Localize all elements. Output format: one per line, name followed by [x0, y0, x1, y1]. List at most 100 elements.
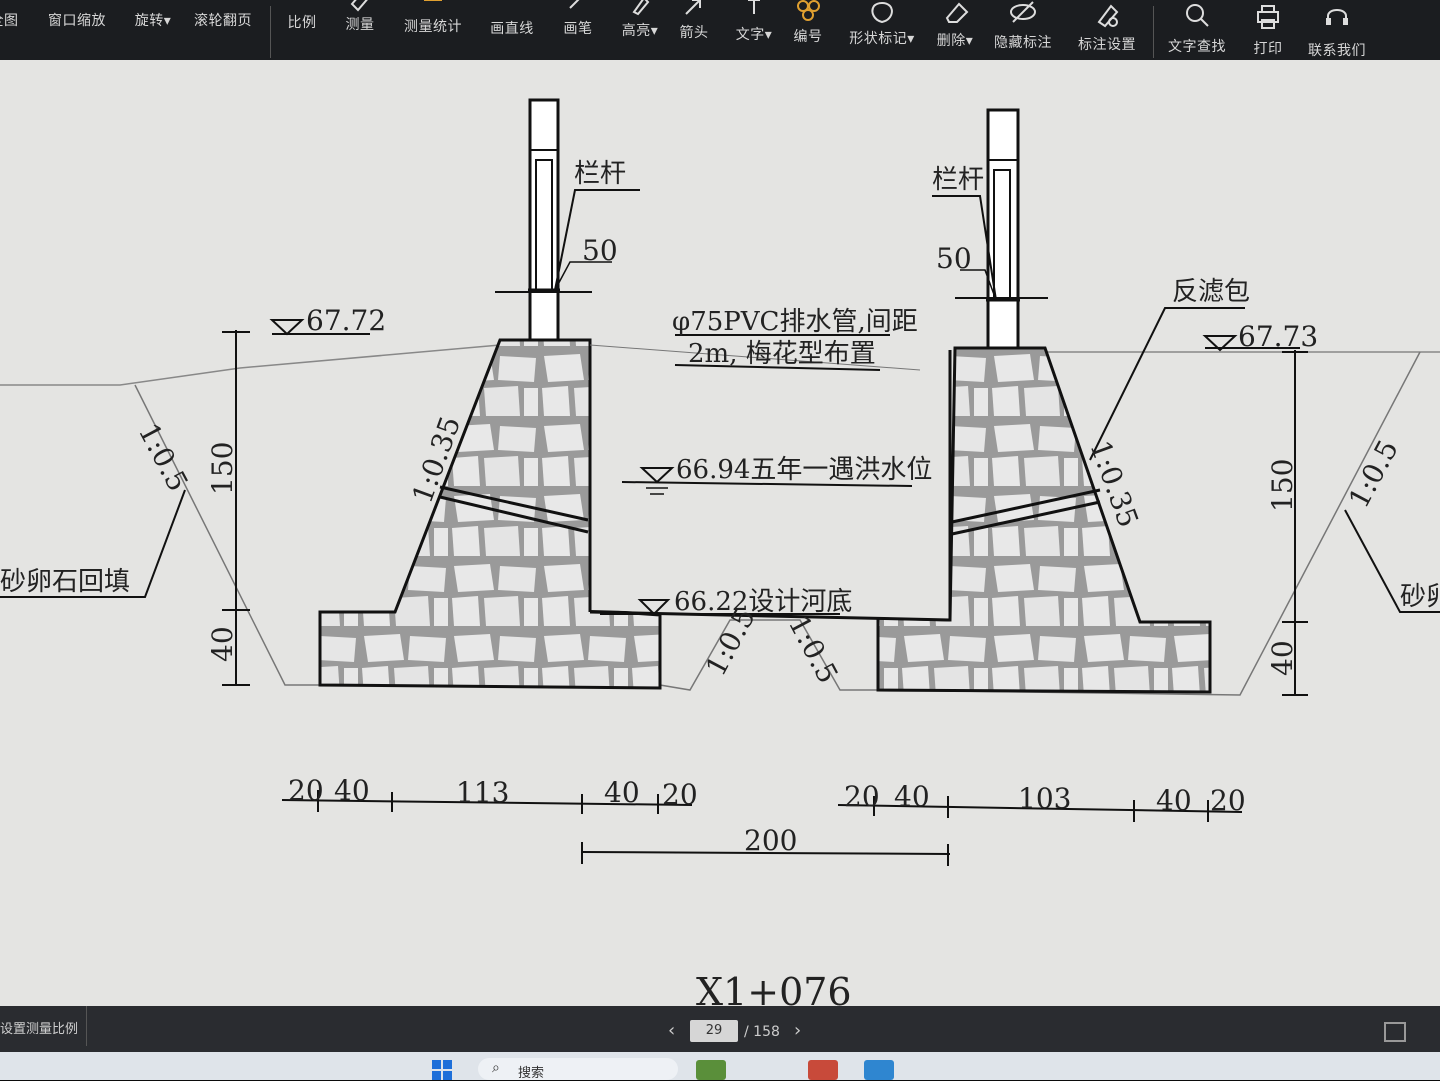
- taskbar-search-text: 搜索: [518, 1066, 545, 1081]
- toolbar-label: 联系我们: [1308, 43, 1366, 59]
- dim-bottom-left-1: 20: [288, 774, 324, 807]
- dim-bottom-right-3: 103: [1018, 782, 1071, 815]
- slope-label-right-trench: 1:0.5: [1342, 434, 1405, 513]
- dim-50-left: 50: [582, 234, 618, 267]
- toolbar-label: 高亮▾: [621, 23, 659, 39]
- toolbar-window-zoom-button[interactable]: 窗口缩放: [44, 0, 110, 66]
- taskbar-app-icon[interactable]: [808, 1060, 838, 1080]
- dim-40-left: 40: [206, 626, 239, 662]
- taskbar: ⌕ 搜索: [0, 1052, 1440, 1081]
- toolbar-scroll-page-button[interactable]: 滚轮翻页: [190, 0, 256, 66]
- toolbar-label: 打印: [1253, 41, 1283, 57]
- dim-bottom-right-1: 20: [844, 780, 880, 813]
- toolbar-fit-page-button[interactable]: 全图: [0, 0, 22, 66]
- taskbar-app-icon[interactable]: [864, 1060, 894, 1080]
- dim-bottom-left-4: 40: [604, 776, 640, 809]
- measure-scale-label: 设置测量比例: [0, 1022, 79, 1037]
- pen-icon: [569, 0, 580, 9]
- toolbar-highlight-button[interactable]: 高亮▾: [614, 0, 666, 66]
- toolbar-text-button[interactable]: 文字▾: [730, 0, 778, 66]
- current-page: 29: [705, 1023, 723, 1038]
- measure-scale-button[interactable]: 设置测量比例: [0, 1006, 87, 1046]
- toolbar-arrow-button[interactable]: 箭头: [672, 0, 716, 66]
- arrow-icon: [685, 0, 701, 15]
- toolbar-label: 测量: [345, 17, 375, 33]
- toolbar-measure-button[interactable]: 测量: [342, 0, 378, 66]
- backfill-label-left: 砂卵石回填: [0, 567, 130, 597]
- slope-label-bottom-right: 1:0.5: [782, 610, 845, 689]
- toolbar-label: 标注设置: [1078, 37, 1136, 53]
- toolbar-measure-stats-button[interactable]: 测量统计: [398, 0, 468, 66]
- toolbar-label: 箭头: [679, 25, 709, 41]
- toolbar-contact-button[interactable]: 联系我们: [1304, 0, 1370, 66]
- chevron-right-icon: ›: [794, 1020, 802, 1041]
- windows-start-icon[interactable]: [432, 1060, 454, 1080]
- railing-left: [528, 98, 560, 342]
- dim-bottom-left-5: 20: [662, 778, 698, 811]
- elevation-right: 67.73: [1238, 320, 1318, 353]
- printer-icon: [1257, 5, 1279, 29]
- dim-bottom-right-4: 40: [1156, 784, 1192, 817]
- chevron-left-icon: ‹: [668, 1020, 676, 1041]
- dim-bottom-left-2: 40: [334, 774, 370, 807]
- railing-label-left: 栏杆: [574, 159, 626, 189]
- fullscreen-icon[interactable]: [1384, 1022, 1406, 1042]
- toolbar-text-search-button[interactable]: 文字查找: [1166, 0, 1228, 66]
- statusbar: 设置测量比例 ‹ 29 / 158 ›: [0, 1006, 1440, 1054]
- toolbar-label: 编号: [793, 29, 823, 45]
- highlight-icon: [632, 0, 650, 16]
- toolbar-label: 删除▾: [936, 33, 974, 49]
- toolbar-separator: [1153, 6, 1154, 58]
- dim-200: 200: [744, 824, 797, 857]
- measure-stats-icon: [424, 0, 442, 1]
- search-icon: ⌕: [492, 1060, 500, 1076]
- headset-icon: [1326, 9, 1348, 25]
- number-icon: [797, 0, 820, 21]
- toolbar-line-button[interactable]: 画直线: [484, 0, 540, 66]
- slope-label-left-trench: 1:0.5: [132, 418, 195, 497]
- toolbar-label: 画直线: [490, 21, 534, 37]
- cad-drawing: 栏杆 栏杆 50 50 67.72 67.73 φ75PVC排水管,间距 2m,…: [0, 98, 1440, 1014]
- dim-bottom-right-2: 40: [894, 780, 930, 813]
- page-number-input[interactable]: 29: [690, 1020, 738, 1042]
- toolbar-annotation-settings-button[interactable]: 标注设置: [1074, 0, 1140, 66]
- taskbar-app-icon[interactable]: [696, 1060, 726, 1080]
- toolbar-label: 文字▾: [735, 27, 773, 43]
- toolbar-label: 滚轮翻页: [194, 13, 252, 29]
- toolbar-print-button[interactable]: 打印: [1248, 0, 1288, 66]
- toolbar-label: 窗口缩放: [48, 13, 106, 29]
- toolbar-label: 旋转▾: [134, 13, 172, 29]
- toolbar-separator: [270, 6, 271, 58]
- dim-bottom-left-3: 113: [456, 776, 509, 809]
- toolbar-eraser-button[interactable]: 删除▾: [932, 0, 978, 66]
- backfill-label-right: 砂卵: [1400, 582, 1440, 612]
- dim-150-left: 150: [206, 442, 239, 495]
- drawing-canvas[interactable]: 栏杆 栏杆 50 50 67.72 67.73 φ75PVC排水管,间距 2m,…: [0, 60, 1440, 1015]
- toolbar-rotate-button[interactable]: 旋转▾: [128, 0, 178, 66]
- dim-bottom-right-5: 20: [1210, 784, 1246, 817]
- toolbar-label: 隐藏标注: [994, 35, 1052, 51]
- toolbar-hide-annotations-button[interactable]: 隐藏标注: [990, 0, 1056, 66]
- railing-right: [986, 108, 1020, 350]
- pipe-note-line1: φ75PVC排水管,间距: [672, 307, 918, 337]
- toolbar-shape-mark-button[interactable]: 形状标记▾: [846, 0, 918, 66]
- elevation-left: 67.72: [306, 304, 386, 337]
- next-page-button[interactable]: ›: [794, 1020, 801, 1041]
- toolbar-label: 画笔: [563, 21, 593, 37]
- filter-pack-label: 反滤包: [1172, 277, 1250, 307]
- dim-40-right: 40: [1266, 640, 1299, 676]
- shape-mark-icon: [871, 2, 893, 24]
- dim-150-right: 150: [1266, 459, 1299, 512]
- toolbar-label: 比例: [287, 15, 317, 31]
- annotation-settings-icon: [1097, 4, 1119, 28]
- toolbar-scale-button[interactable]: 比例: [284, 0, 320, 66]
- toolbar-pen-button[interactable]: 画笔: [556, 0, 600, 66]
- toolbar-number-button[interactable]: 编号: [788, 0, 828, 66]
- toolbar-label: 测量统计: [404, 19, 462, 35]
- eye-hide-icon: [1010, 1, 1036, 23]
- prev-page-button[interactable]: ‹: [668, 1020, 675, 1041]
- taskbar-search-box[interactable]: ⌕ 搜索: [478, 1058, 678, 1081]
- toolbar-label: 形状标记▾: [849, 31, 915, 47]
- dim-50-right: 50: [936, 242, 972, 275]
- measure-icon: [350, 0, 368, 12]
